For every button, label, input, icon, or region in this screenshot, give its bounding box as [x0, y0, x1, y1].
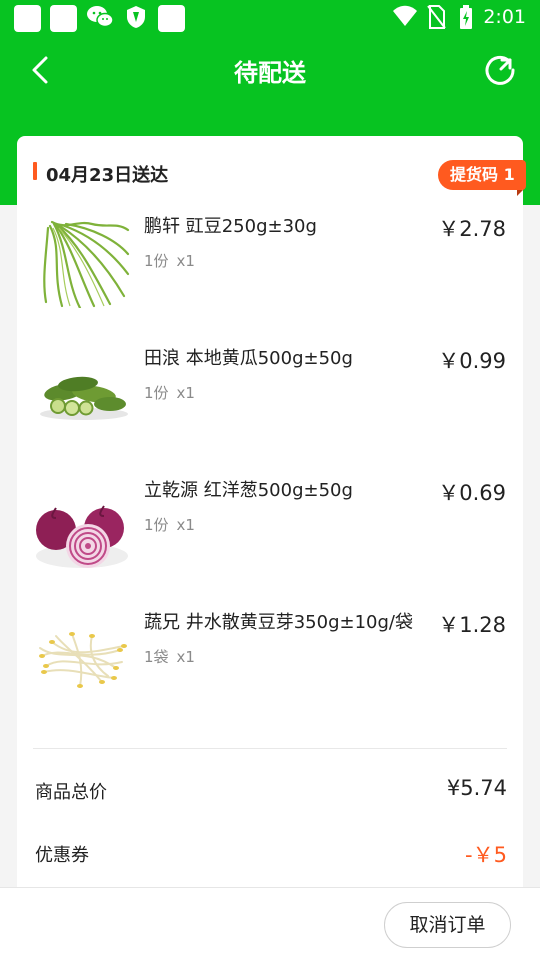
shield-icon [127, 6, 145, 28]
subtotal-row: 商品总价 ¥5.74 [35, 776, 507, 806]
bottom-action-bar: 取消订单 [0, 887, 540, 960]
cucumber-image [40, 376, 128, 420]
notification-square-icon [14, 5, 41, 32]
item-price: ￥0.69 [438, 481, 506, 505]
coupon-label: 优惠券 [35, 845, 89, 866]
coupon-value: -￥5 [465, 843, 507, 867]
notification-square-icon [50, 5, 77, 32]
item-price: ￥0.99 [438, 349, 506, 373]
item-quantity: 1袋 x1 [144, 646, 203, 667]
item-name: 立乾源 红洋葱500g±50g [144, 480, 353, 501]
long-beans-image [43, 220, 130, 308]
item-count: x1 [176, 384, 195, 402]
status-time: 2:01 [483, 6, 526, 28]
item-quantity: 1份 x1 [144, 514, 203, 535]
battery-charging-icon [460, 5, 472, 29]
item-unit: 1份 [144, 252, 169, 270]
item-count: x1 [176, 252, 195, 270]
list-item[interactable]: 鹏轩 豇豆250g±30g 1份 x1 ￥2.78 [17, 206, 523, 326]
item-unit: 1份 [144, 516, 169, 534]
wifi-icon [393, 5, 417, 26]
list-item[interactable]: 蔬兄 井水散黄豆芽350g±10g/袋 1袋 x1 ￥1.28 [17, 602, 523, 722]
status-bar: 2:01 [0, 0, 540, 36]
item-quantity: 1份 x1 [144, 250, 203, 271]
divider [33, 748, 507, 749]
subtotal-label: 商品总价 [35, 782, 107, 803]
no-sim-icon [427, 5, 446, 29]
item-price: ￥2.78 [438, 217, 506, 241]
item-unit: 1袋 [144, 648, 169, 666]
wechat-icon [87, 6, 114, 28]
section-marker [33, 162, 37, 180]
title-bar: 待配送 [0, 36, 540, 106]
item-price: ￥1.28 [438, 613, 506, 637]
bean-sprouts-image [39, 632, 127, 688]
item-name: 田浪 本地黄瓜500g±50g [144, 348, 353, 369]
page-title: 待配送 [234, 59, 306, 87]
item-quantity: 1份 x1 [144, 382, 203, 403]
delivery-date: 04月23日送达 [46, 165, 169, 186]
cancel-order-button[interactable]: 取消订单 [384, 902, 511, 948]
notification-square-icon [158, 5, 185, 32]
red-onion-image [36, 505, 128, 568]
item-unit: 1份 [144, 384, 169, 402]
order-card: 04月23日送达 提货码 1 鹏轩 豇豆250g±30g 1份 x1 ￥2.78… [17, 136, 526, 896]
item-name: 鹏轩 豇豆250g±30g [144, 216, 317, 237]
pickup-code-badge: 提货码 1 [438, 160, 526, 190]
list-item[interactable]: 立乾源 红洋葱500g±50g 1份 x1 ￥0.69 [17, 470, 523, 590]
item-count: x1 [176, 648, 195, 666]
refresh-icon[interactable] [482, 52, 518, 88]
coupon-row[interactable]: 优惠券 -￥5 [35, 841, 507, 869]
item-count: x1 [176, 516, 195, 534]
badge-fold [517, 190, 523, 196]
subtotal-value: ¥5.74 [446, 776, 507, 800]
item-name: 蔬兄 井水散黄豆芽350g±10g/袋 [144, 612, 413, 633]
list-item[interactable]: 田浪 本地黄瓜500g±50g 1份 x1 ￥0.99 [17, 338, 523, 458]
